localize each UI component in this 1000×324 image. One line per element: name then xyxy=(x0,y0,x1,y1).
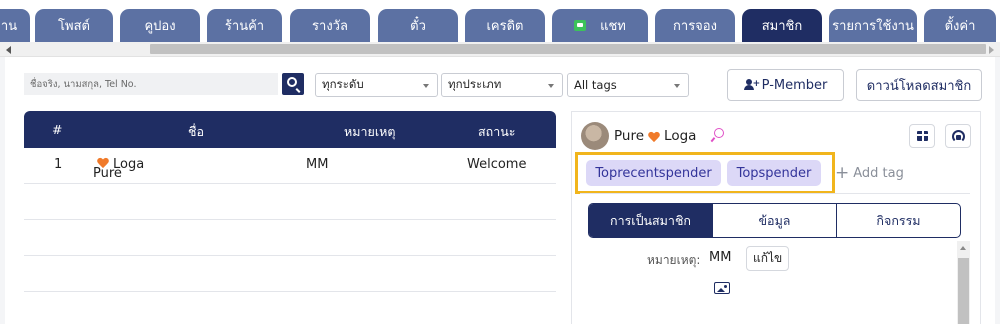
p-member-button[interactable]: + P-Member xyxy=(727,69,844,101)
segment-label: กิจกรรม xyxy=(876,212,921,228)
horizontal-scrollbar[interactable] xyxy=(0,42,1000,57)
scrollbar-thumb[interactable] xyxy=(958,258,969,324)
tab-label: รางวัล xyxy=(312,19,348,34)
tab-partial-left[interactable]: าน xyxy=(0,9,30,42)
search-button[interactable] xyxy=(282,73,304,95)
column-header-note[interactable]: หมายเหตุ xyxy=(344,122,395,142)
chevron-down-icon xyxy=(423,84,429,88)
level-select-value: ทุกระดับ xyxy=(322,77,364,91)
type-select[interactable]: ทุกประเภท xyxy=(441,73,563,97)
search-box xyxy=(24,73,304,95)
member-name: Pure Loga xyxy=(614,128,696,144)
tab-tickets[interactable]: ตั๋ว xyxy=(378,9,458,42)
tab-posts[interactable]: โพสต์ xyxy=(35,9,113,42)
tab-label: ตั๋ว xyxy=(410,19,426,34)
segment-label: ข้อมูล xyxy=(758,212,791,228)
plus-icon: + xyxy=(835,163,850,183)
tab-shop[interactable]: ร้านค้า xyxy=(207,9,282,42)
headset-icon xyxy=(952,130,965,143)
edit-label: แก้ไข xyxy=(753,251,783,265)
tag-pill[interactable]: Toprecentspender xyxy=(586,160,721,186)
scrollbar-thumb[interactable] xyxy=(150,44,986,54)
add-user-icon: + xyxy=(743,79,760,91)
type-select-value: ทุกประเภท xyxy=(448,77,502,91)
tag-pill[interactable]: Topspender xyxy=(727,160,821,186)
tab-label: ตั้งค่า xyxy=(944,19,976,34)
tab-label: คูปอง xyxy=(144,19,176,34)
segment-label: การเป็นสมาชิก xyxy=(610,212,691,228)
tab-label: าน xyxy=(0,19,18,34)
tab-rewards[interactable]: รางวัล xyxy=(290,9,370,42)
p-member-label: P-Member xyxy=(761,77,828,93)
gift-icon xyxy=(916,129,929,141)
divider xyxy=(580,193,970,194)
tab-label: แชท xyxy=(600,19,626,34)
tab-label: การจอง xyxy=(673,19,717,34)
avatar xyxy=(581,122,609,150)
tab-label: ร้านค้า xyxy=(224,19,265,34)
support-button[interactable] xyxy=(945,124,971,148)
add-tag-button[interactable]: + Add tag xyxy=(835,163,904,183)
download-label: ดาวน์โหลดสมาชิก xyxy=(866,78,972,94)
tab-coupons[interactable]: คูปอง xyxy=(120,9,200,42)
scroll-up-icon[interactable] xyxy=(960,246,966,250)
tag-label: Topspender xyxy=(736,165,812,181)
column-header-status[interactable]: สถานะ xyxy=(478,122,515,142)
segment-info[interactable]: ข้อมูล xyxy=(713,204,837,237)
column-header-no: # xyxy=(52,122,63,137)
tab-usage[interactable]: รายการใช้งาน xyxy=(829,9,917,42)
table-row-empty xyxy=(24,256,556,292)
chevron-down-icon xyxy=(674,84,680,88)
member-last-name: Loga xyxy=(664,128,697,144)
edit-note-button[interactable]: แก้ไข xyxy=(746,246,790,271)
member-first-name: Pure xyxy=(614,128,645,144)
row-number: 1 xyxy=(54,157,63,172)
add-tag-label: Add tag xyxy=(853,166,904,181)
tab-label: รายการใช้งาน xyxy=(832,19,914,34)
level-select[interactable]: ทุกระดับ xyxy=(315,73,438,97)
heart-icon xyxy=(97,158,109,169)
column-header-name: ชื่อ xyxy=(188,124,204,139)
heart-icon xyxy=(648,132,660,143)
search-input[interactable] xyxy=(24,73,278,95)
tab-settings[interactable]: ตั้งค่า xyxy=(924,9,996,42)
gift-button[interactable] xyxy=(909,124,935,148)
segment-activity[interactable]: กิจกรรม xyxy=(837,204,960,237)
segment-membership[interactable]: การเป็นสมาชิก xyxy=(589,204,713,237)
table-row-empty xyxy=(24,292,556,324)
top-tab-bar: าน โพสต์ คูปอง ร้านค้า รางวัล ตั๋ว เครดิ… xyxy=(0,0,1000,42)
members-table: # ชื่อ หมายเหตุ สถานะ 1 Pure Loga MM Welc… xyxy=(24,111,556,324)
vertical-scrollbar[interactable] xyxy=(957,241,970,324)
scroll-left-icon[interactable] xyxy=(6,46,11,54)
detail-segmented-control: การเป็นสมาชิก ข้อมูล กิจกรรม xyxy=(588,203,961,238)
image-icon[interactable] xyxy=(714,282,730,294)
row-name[interactable]: Pure Loga xyxy=(93,157,144,181)
row-status: Welcome xyxy=(467,157,527,172)
scroll-right-icon[interactable] xyxy=(989,46,994,54)
search-icon xyxy=(287,77,297,87)
tab-members[interactable]: สมาชิก xyxy=(742,9,822,42)
tags-select[interactable]: All tags xyxy=(567,73,689,97)
table-header: # ชื่อ หมายเหตุ สถานะ xyxy=(24,111,556,148)
chat-icon xyxy=(574,20,587,31)
table-row-empty xyxy=(24,184,556,220)
tags-select-value: All tags xyxy=(574,78,617,92)
tab-credit[interactable]: เครดิต xyxy=(465,9,545,42)
download-members-button[interactable]: ดาวน์โหลดสมาชิก xyxy=(856,69,982,101)
tab-label: โพสต์ xyxy=(58,19,90,34)
tab-label: เครดิต xyxy=(486,19,524,34)
note-label: หมายเหตุ: xyxy=(647,253,701,267)
tab-booking[interactable]: การจอง xyxy=(655,9,735,42)
table-row-empty xyxy=(24,220,556,256)
note-value: MM xyxy=(709,250,732,265)
table-row[interactable]: 1 Pure Loga MM Welcome xyxy=(24,148,556,184)
pin-icon[interactable] xyxy=(711,128,724,142)
tab-chat[interactable]: แชท xyxy=(552,9,648,42)
chevron-down-icon xyxy=(548,84,554,88)
row-note: MM xyxy=(306,157,329,172)
tag-label: Toprecentspender xyxy=(595,165,712,181)
tab-label: สมาชิก xyxy=(761,19,803,34)
